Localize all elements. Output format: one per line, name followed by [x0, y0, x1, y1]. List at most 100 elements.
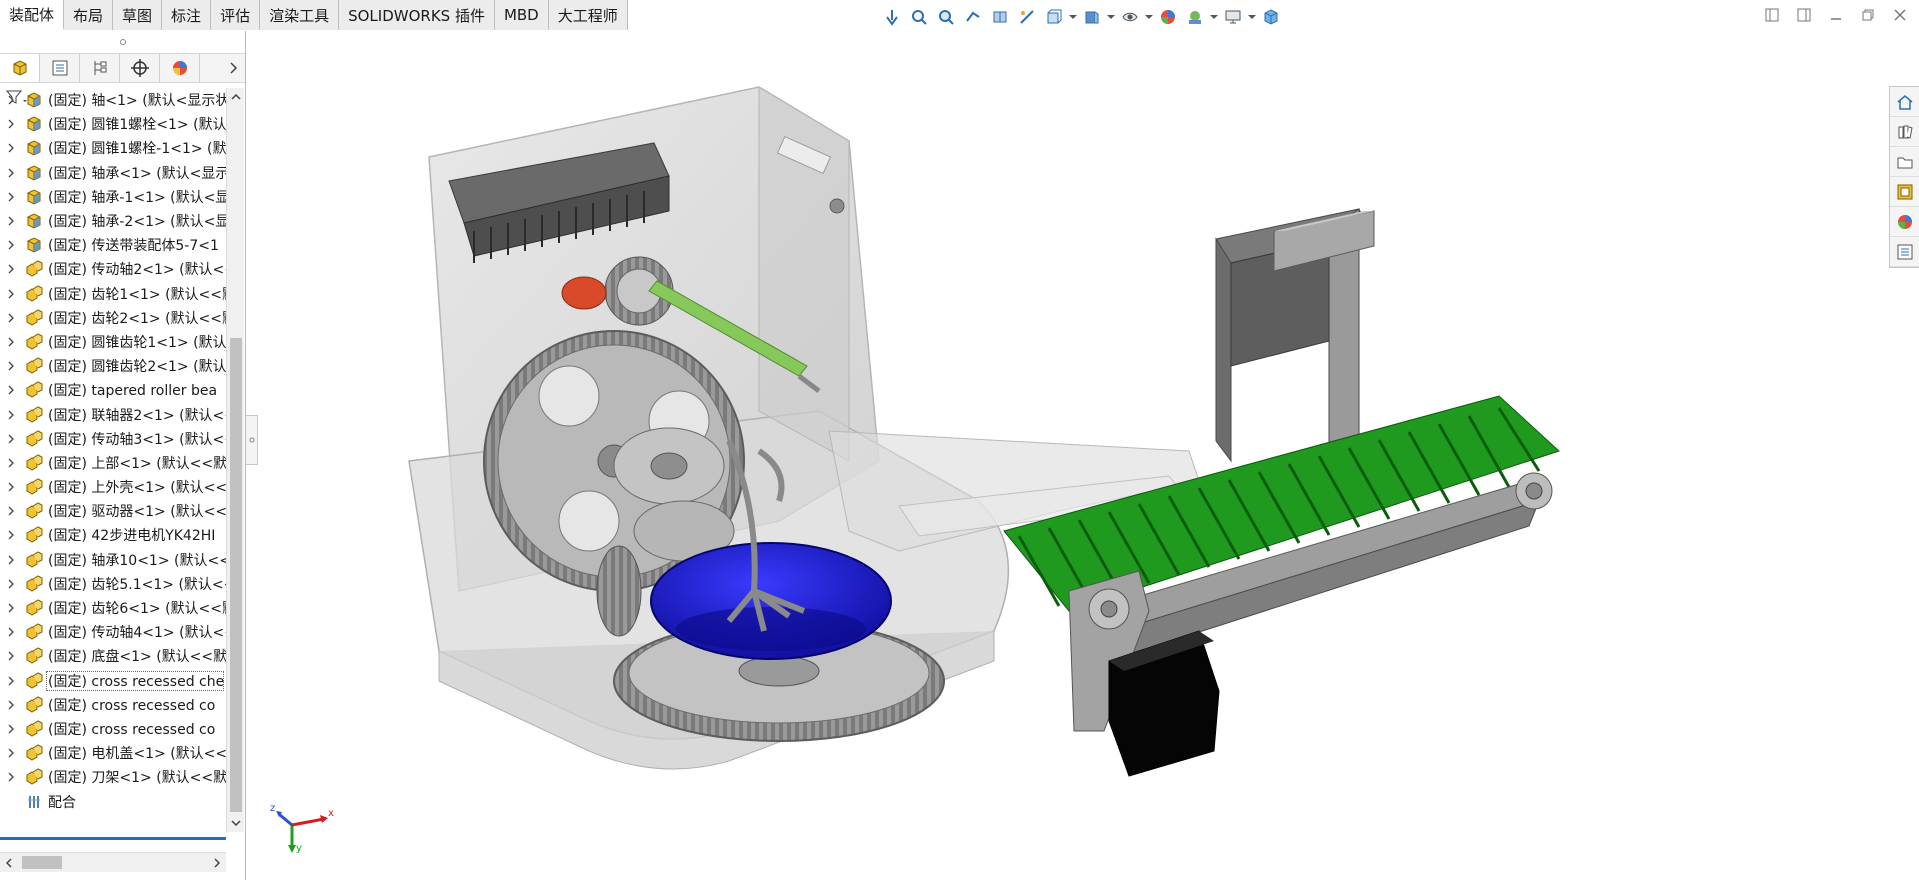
previous-view-icon[interactable] — [961, 5, 985, 29]
display-style-icon[interactable] — [1080, 5, 1104, 29]
expand-chevron-icon[interactable] — [0, 161, 22, 185]
view-settings-icon[interactable] — [1221, 5, 1245, 29]
tree-component-row[interactable]: (固定) 联轴器2<1> (默认<< — [0, 402, 226, 426]
edit-appearance-icon[interactable] — [1156, 5, 1180, 29]
tab-6[interactable]: SOLIDWORKS 插件 — [339, 0, 495, 30]
scroll-right-icon[interactable] — [210, 856, 224, 870]
dynamic-annotation-icon[interactable] — [1015, 5, 1039, 29]
display-manager-tab[interactable] — [160, 54, 200, 82]
configuration-manager-tab[interactable] — [80, 54, 120, 82]
tree-component-row[interactable]: (固定) 轴承<1> (默认<显示 — [0, 161, 226, 185]
design-library-tab[interactable] — [1890, 117, 1919, 147]
expand-chevron-icon[interactable] — [0, 306, 22, 330]
tree-component-row[interactable]: (固定) 底盘<1> (默认<<默认 — [0, 644, 226, 668]
zoom-to-area-icon[interactable] — [934, 5, 958, 29]
3d-view-cube-icon[interactable] — [1259, 5, 1283, 29]
tree-component-row[interactable]: (固定) cross recessed che — [0, 669, 226, 693]
panel-grip[interactable] — [0, 31, 245, 53]
file-explorer-tab[interactable] — [1890, 147, 1919, 177]
solidworks-resources-tab[interactable] — [1890, 87, 1919, 117]
chevron-down-icon[interactable] — [1248, 5, 1256, 29]
close-icon[interactable] — [1891, 6, 1909, 24]
expand-chevron-icon[interactable] — [0, 693, 22, 717]
tree-component-row[interactable]: (固定) 圆锥1螺栓-1<1> (默 — [0, 136, 226, 160]
tree-component-row[interactable]: (固定) 圆锥齿轮2<1> (默认 — [0, 354, 226, 378]
expand-chevron-icon[interactable] — [0, 330, 22, 354]
apply-scene-icon[interactable] — [1183, 5, 1207, 29]
expand-chevron-icon[interactable] — [0, 451, 22, 475]
graphics-area[interactable] — [259, 31, 1889, 880]
tab-7[interactable]: MBD — [495, 0, 549, 30]
tab-8[interactable]: 大工程师 — [549, 0, 628, 30]
expand-chevron-icon[interactable] — [0, 88, 22, 112]
expand-chevron-icon[interactable] — [0, 378, 22, 402]
expand-chevron-icon[interactable] — [0, 741, 22, 765]
tree-component-row[interactable]: (固定) 驱动器<1> (默认<<默 — [0, 499, 226, 523]
expand-chevron-icon[interactable] — [0, 548, 22, 572]
tree-component-row[interactable]: (固定) 齿轮2<1> (默认<<默 — [0, 306, 226, 330]
tree-component-row[interactable]: (固定) cross recessed co — [0, 717, 226, 741]
scroll-up-icon[interactable] — [229, 90, 243, 104]
tree-vertical-scrollbar[interactable] — [226, 88, 244, 832]
view-orientation-icon[interactable] — [1042, 5, 1066, 29]
tab-0[interactable]: 装配体 — [0, 0, 64, 30]
tab-2[interactable]: 草图 — [113, 0, 162, 30]
scroll-thumb[interactable] — [230, 338, 242, 812]
hide-show-items-icon[interactable] — [1118, 5, 1142, 29]
tile-right-icon[interactable] — [1795, 6, 1813, 24]
property-manager-tab[interactable] — [40, 54, 80, 82]
restore-icon[interactable] — [1859, 6, 1877, 24]
expand-chevron-icon[interactable] — [0, 354, 22, 378]
tree-component-row[interactable]: (固定) 齿轮1<1> (默认<<默 — [0, 282, 226, 306]
tab-4[interactable]: 评估 — [211, 0, 260, 30]
tree-component-row[interactable]: (固定) 轴<1> (默认<显示状 — [0, 88, 226, 112]
chevron-right-icon[interactable] — [223, 54, 245, 82]
chevron-down-icon[interactable] — [1107, 5, 1115, 29]
scroll-thumb[interactable] — [22, 856, 62, 869]
expand-chevron-icon[interactable] — [0, 475, 22, 499]
tree-component-row[interactable]: (固定) tapered roller bea — [0, 378, 226, 402]
tree-component-row[interactable]: (固定) 齿轮6<1> (默认<<默 — [0, 596, 226, 620]
chevron-down-icon[interactable] — [1069, 5, 1077, 29]
tree-component-row[interactable]: (固定) 传动轴3<1> (默认<< — [0, 427, 226, 451]
panel-collapse-handle[interactable] — [246, 415, 258, 465]
scroll-left-icon[interactable] — [2, 856, 16, 870]
tree-component-row[interactable]: (固定) 轴承-1<1> (默认<显 — [0, 185, 226, 209]
tree-component-row[interactable]: (固定) cross recessed co — [0, 693, 226, 717]
expand-chevron-icon[interactable] — [0, 233, 22, 257]
expand-chevron-icon[interactable] — [0, 620, 22, 644]
expand-chevron-icon[interactable] — [0, 112, 22, 136]
tile-left-icon[interactable] — [1763, 6, 1781, 24]
tree-component-row[interactable]: (固定) 传动轴2<1> (默认<< — [0, 257, 226, 281]
expand-chevron-icon[interactable] — [0, 282, 22, 306]
expand-chevron-icon[interactable] — [0, 717, 22, 741]
expand-chevron-icon[interactable] — [0, 523, 22, 547]
feature-manager-tab[interactable] — [0, 54, 40, 82]
tree-component-row[interactable]: (固定) 上部<1> (默认<<默认 — [0, 451, 226, 475]
tree-component-row[interactable]: (固定) 轴承-2<1> (默认<显 — [0, 209, 226, 233]
tab-5[interactable]: 渲染工具 — [260, 0, 339, 30]
section-view-icon[interactable] — [988, 5, 1012, 29]
expand-chevron-icon[interactable] — [0, 499, 22, 523]
chevron-down-icon[interactable] — [1210, 5, 1218, 29]
reference-triad-icon[interactable] — [880, 5, 904, 29]
expand-chevron-icon[interactable] — [0, 765, 22, 789]
zoom-to-fit-icon[interactable] — [907, 5, 931, 29]
expand-chevron-icon[interactable] — [0, 790, 22, 814]
tree-horizontal-scrollbar[interactable] — [0, 852, 226, 872]
expand-chevron-icon[interactable] — [0, 403, 22, 427]
expand-chevron-icon[interactable] — [0, 669, 22, 693]
tree-component-row[interactable]: (固定) 电机盖<1> (默认<<默 — [0, 741, 226, 765]
expand-chevron-icon[interactable] — [0, 644, 22, 668]
expand-chevron-icon[interactable] — [0, 572, 22, 596]
tree-component-row[interactable]: (固定) 刀架<1> (默认<<默认 — [0, 765, 226, 789]
expand-chevron-icon[interactable] — [0, 209, 22, 233]
scroll-down-icon[interactable] — [229, 816, 243, 830]
tree-component-row[interactable]: (固定) 传送带装配体5-7<1 — [0, 233, 226, 257]
expand-chevron-icon[interactable] — [0, 257, 22, 281]
expand-chevron-icon[interactable] — [0, 185, 22, 209]
tree-component-row[interactable]: (固定) 圆锥1螺栓<1> (默认 — [0, 112, 226, 136]
view-palette-tab[interactable] — [1890, 177, 1919, 207]
tab-1[interactable]: 布局 — [64, 0, 113, 30]
tab-3[interactable]: 标注 — [162, 0, 211, 30]
